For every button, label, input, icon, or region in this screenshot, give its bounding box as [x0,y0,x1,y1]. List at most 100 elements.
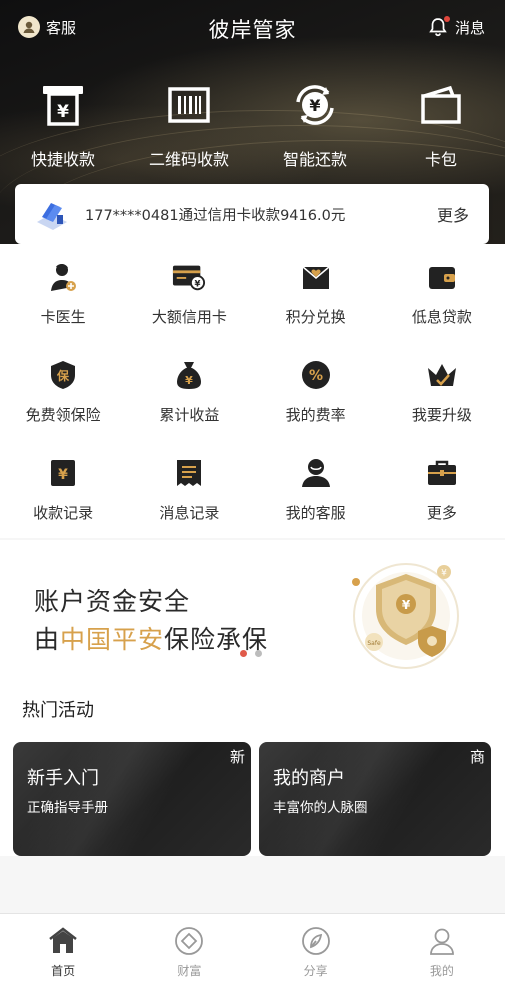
carousel-indicator [240,650,262,657]
doctor-icon [46,260,80,294]
activity-title: 我的商户 [273,768,345,789]
promo-banner[interactable]: 账户资金安全 由中国平安保险承保 ¥ ¥ Safe [0,540,505,672]
person-icon [299,456,333,490]
quick-action-fast-receipt[interactable]: ¥ 快捷收款 [0,80,126,170]
service-label: 我要升级 [411,406,472,424]
activity-badge: 商 [469,748,485,766]
nav-mine[interactable]: 我的 [379,914,505,983]
svg-text:¥: ¥ [402,598,411,612]
service-label: 大额信用卡 [151,308,227,326]
shield-small-text: Safe [367,640,381,647]
grid-row: 卡医生 ¥ 大额信用卡 积分兑换 低息贷款 [0,244,505,342]
nav-wealth[interactable]: 财富 [126,914,252,983]
service-grid: 卡医生 ¥ 大额信用卡 积分兑换 低息贷款 保 免费领保险 ¥ 累计收益 % 我… [0,244,505,538]
service-label: 收款记录 [33,504,94,522]
quick-action-label: 快捷收款 [30,150,95,169]
credit-card-icon: ¥ [172,260,206,294]
service-label: 我的费率 [285,406,346,424]
yuan-receipt-icon: ¥ [38,80,88,130]
gift-envelope-icon [299,260,333,294]
yuan-record-icon: ¥ [46,456,80,490]
service-label: 我的客服 [285,504,346,522]
yuan-refresh-icon: ¥ [290,80,340,130]
activity-badge: 新 [229,748,245,766]
bottom-navigation: 首页 财富 分享 我的 [0,913,505,983]
service-label: 更多 [426,504,457,522]
svg-text:¥: ¥ [309,96,320,115]
grid-row: 保 免费领保险 ¥ 累计收益 % 我的费率 我要升级 [0,342,505,440]
nav-label: 分享 [303,964,328,978]
service-free-insurance[interactable]: 保 免费领保险 [0,342,126,440]
crown-icon [425,358,459,392]
grid-row: ¥ 收款记录 消息记录 我的客服 更多 [0,440,505,538]
wallet-icon [425,260,459,294]
money-bag-icon: ¥ [172,358,206,392]
briefcase-icon [425,456,459,490]
banner-line-2-prefix: 由 [34,625,61,654]
service-label: 低息贷款 [411,308,472,326]
service-receipt-records[interactable]: ¥ 收款记录 [0,440,126,538]
activity-card-merchants[interactable]: 商 我的商户 丰富你的人脉圈 [259,742,491,856]
svg-text:¥: ¥ [186,374,194,387]
home-icon [48,926,78,956]
svg-text:保: 保 [56,368,70,383]
nav-label: 我的 [429,964,454,978]
quick-action-label: 智能还款 [282,150,347,169]
security-shield-illustration: ¥ ¥ Safe [352,563,459,669]
service-large-credit-card[interactable]: ¥ 大额信用卡 [126,244,252,342]
user-icon [427,926,457,956]
quick-action-smart-repay[interactable]: ¥ 智能还款 [252,80,378,170]
nav-home[interactable]: 首页 [0,914,126,983]
svg-text:¥: ¥ [57,102,69,122]
hot-activities-section: 热门活动 新 新手入门 正确指导手册 商 我的商户 丰富你的人脉圈 [0,672,505,856]
quick-actions: ¥ 快捷收款 二维码收款 ¥ 智能还款 卡包 [0,80,505,170]
carousel-dot[interactable] [240,650,247,657]
service-label: 免费领保险 [25,406,101,424]
barcode-icon [164,80,214,130]
nav-label: 首页 [51,964,76,978]
content-spacer [0,856,505,913]
service-my-customer-service[interactable]: 我的客服 [253,440,379,538]
quick-action-card-wallet[interactable]: 卡包 [378,80,504,170]
quick-action-label: 卡包 [424,150,457,169]
activity-title: 新手入门 [27,768,99,789]
service-label: 消息记录 [159,504,220,522]
leaf-icon [301,926,331,956]
quick-action-label: 二维码收款 [148,150,229,169]
service-label: 卡医生 [40,308,86,326]
service-message-records[interactable]: 消息记录 [126,440,252,538]
section-title: 热门活动 [22,700,94,721]
wallet-icon [416,80,466,130]
notice-text: 177****0481通过信用卡收款9416.0元 [85,207,346,224]
activity-card-beginner[interactable]: 新 新手入门 正确指导手册 [13,742,251,856]
service-total-earnings[interactable]: ¥ 累计收益 [126,342,252,440]
activity-subtitle: 丰富你的人脉圈 [273,800,368,816]
svg-text:%: % [309,368,323,384]
banner-highlight: 中国平安 [60,625,165,654]
notice-more-link[interactable]: 更多 [437,202,469,226]
banner-line-2: 由中国平安保险承保 [34,620,268,656]
service-more[interactable]: 更多 [379,440,505,538]
bell-icon [427,16,450,38]
service-low-interest-loan[interactable]: 低息贷款 [379,244,505,342]
insurance-shield-icon: 保 [46,358,80,392]
service-my-rate[interactable]: % 我的费率 [253,342,379,440]
quick-action-qr-receipt[interactable]: 二维码收款 [126,80,252,170]
transaction-notice[interactable]: 177****0481通过信用卡收款9416.0元 更多 [15,184,489,244]
carousel-dot[interactable] [255,650,262,657]
messages-button[interactable]: 消息 [427,16,485,38]
card-stack-icon [33,195,71,233]
nav-share[interactable]: 分享 [253,914,379,983]
service-upgrade[interactable]: 我要升级 [379,342,505,440]
top-bar: 客服 彼岸管家 消息 [0,14,505,44]
banner-line-1: 账户资金安全 [34,587,191,616]
svg-text:¥: ¥ [58,467,68,483]
message-list-icon [172,456,206,490]
service-points-exchange[interactable]: 积分兑换 [253,244,379,342]
service-card-doctor[interactable]: 卡医生 [0,244,126,342]
percent-icon: % [299,358,333,392]
messages-label: 消息 [454,18,485,37]
activity-subtitle: 正确指导手册 [27,800,108,816]
diamond-icon [174,926,204,956]
nav-label: 财富 [177,964,202,978]
